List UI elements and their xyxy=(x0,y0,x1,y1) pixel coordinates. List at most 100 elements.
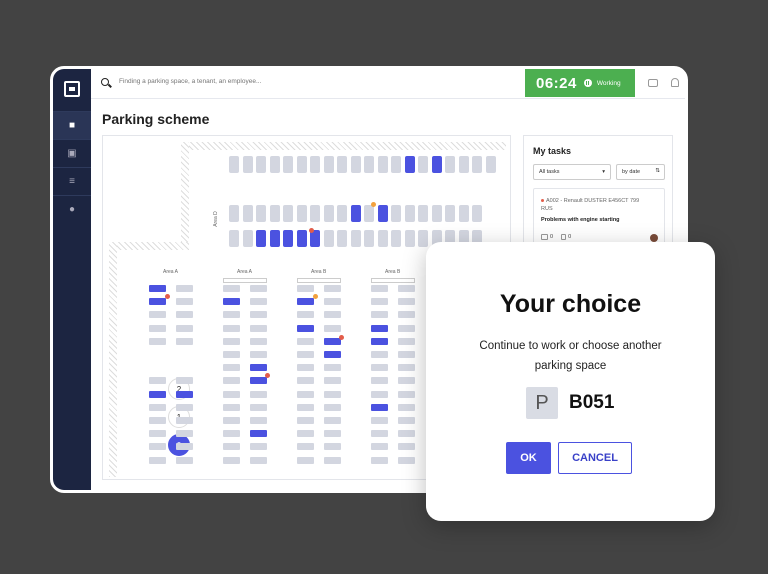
parking-spot[interactable] xyxy=(310,156,320,173)
parking-spot[interactable] xyxy=(404,156,415,173)
parking-spot[interactable] xyxy=(324,324,341,332)
parking-spot[interactable] xyxy=(377,230,388,247)
parking-spot[interactable] xyxy=(176,285,193,292)
parking-spot[interactable] xyxy=(371,403,388,411)
parking-spot[interactable] xyxy=(371,285,388,292)
parking-spot[interactable] xyxy=(324,285,341,292)
parking-spot[interactable] xyxy=(229,156,239,173)
parking-spot[interactable] xyxy=(297,443,314,451)
parking-spot[interactable] xyxy=(324,443,341,451)
parking-spot[interactable] xyxy=(350,205,361,222)
parking-spot[interactable] xyxy=(398,311,415,319)
parking-spot[interactable] xyxy=(250,443,267,451)
search-input[interactable] xyxy=(119,78,419,85)
parking-spot[interactable] xyxy=(250,337,267,345)
parking-spot[interactable] xyxy=(337,230,347,247)
parking-spot[interactable] xyxy=(371,351,388,358)
search-icon[interactable] xyxy=(101,78,109,86)
work-timer[interactable]: 06:24 Working xyxy=(525,69,635,97)
parking-spot[interactable] xyxy=(176,456,193,464)
user-icon[interactable]: ● xyxy=(53,195,91,223)
parking-spot[interactable] xyxy=(371,456,388,464)
parking-spot[interactable] xyxy=(229,230,239,247)
ok-button[interactable]: OK xyxy=(506,442,551,474)
parking-spot[interactable] xyxy=(398,298,415,306)
parking-spot[interactable] xyxy=(283,230,293,247)
parking-spot[interactable] xyxy=(283,156,293,173)
parking-spot[interactable] xyxy=(297,285,314,292)
parking-spot[interactable] xyxy=(149,285,166,292)
parking-spot[interactable] xyxy=(398,390,415,398)
parking-spot[interactable] xyxy=(149,337,166,345)
parking-spot[interactable] xyxy=(242,205,253,222)
car-icon[interactable]: ■ xyxy=(53,111,91,139)
parking-spot[interactable] xyxy=(297,390,314,398)
parking-spot[interactable] xyxy=(149,311,166,319)
parking-spot[interactable] xyxy=(324,456,341,464)
parking-spot[interactable] xyxy=(472,205,482,222)
parking-spot[interactable] xyxy=(398,430,415,438)
parking-spot[interactable] xyxy=(377,205,388,222)
parking-spot[interactable] xyxy=(371,430,388,438)
parking-spot[interactable] xyxy=(364,230,374,247)
parking-spot[interactable] xyxy=(371,443,388,451)
parking-spot[interactable] xyxy=(371,324,388,332)
parking-spot[interactable] xyxy=(431,156,442,173)
parking-spot[interactable] xyxy=(297,403,314,411)
parking-spot[interactable] xyxy=(250,456,267,464)
parking-spot[interactable] xyxy=(250,311,267,319)
parking-spot[interactable] xyxy=(324,298,341,306)
parking-spot[interactable] xyxy=(404,205,415,222)
parking-spot[interactable] xyxy=(176,417,193,424)
parking-spot[interactable] xyxy=(323,156,334,173)
parking-spot[interactable] xyxy=(297,337,314,345)
parking-spot[interactable] xyxy=(149,390,166,398)
parking-spot[interactable] xyxy=(350,230,361,247)
parking-spot[interactable] xyxy=(223,377,240,385)
parking-spot[interactable] xyxy=(371,337,388,345)
parking-spot[interactable] xyxy=(296,156,307,173)
parking-spot[interactable] xyxy=(242,230,253,247)
parking-spot[interactable] xyxy=(398,337,415,345)
parking-spot[interactable] xyxy=(398,443,415,451)
parking-spot[interactable] xyxy=(250,403,267,411)
parking-spot[interactable] xyxy=(371,298,388,306)
parking-spot[interactable] xyxy=(223,417,240,424)
parking-spot[interactable] xyxy=(324,430,341,438)
parking-spot[interactable] xyxy=(324,311,341,319)
parking-spot[interactable] xyxy=(324,351,341,358)
parking-spot[interactable] xyxy=(250,324,267,332)
parking-spot[interactable] xyxy=(149,456,166,464)
parking-spot[interactable] xyxy=(176,390,193,398)
parking-spot[interactable] xyxy=(323,205,334,222)
parking-spot[interactable] xyxy=(149,403,166,411)
parking-spot[interactable] xyxy=(296,205,307,222)
parking-spot[interactable] xyxy=(297,324,314,332)
parking-spot[interactable] xyxy=(458,205,469,222)
parking-spot[interactable] xyxy=(250,417,267,424)
parking-spot[interactable] xyxy=(364,205,374,222)
parking-spot[interactable] xyxy=(223,456,240,464)
parking-spot[interactable] xyxy=(398,351,415,358)
parking-spot[interactable] xyxy=(445,156,455,173)
parking-spot[interactable] xyxy=(371,377,388,385)
parking-spot[interactable] xyxy=(176,324,193,332)
bell-icon[interactable] xyxy=(671,78,679,87)
id-card-icon[interactable]: ▣ xyxy=(53,139,91,167)
parking-spot[interactable] xyxy=(269,205,280,222)
parking-spot[interactable] xyxy=(324,364,341,372)
parking-spot[interactable] xyxy=(398,417,415,424)
parking-spot[interactable] xyxy=(176,311,193,319)
parking-spot[interactable] xyxy=(149,377,166,385)
parking-spot[interactable] xyxy=(371,311,388,319)
cancel-button[interactable]: CANCEL xyxy=(558,442,632,474)
parking-spot[interactable] xyxy=(398,456,415,464)
parking-spot[interactable] xyxy=(324,403,341,411)
parking-spot[interactable] xyxy=(250,298,267,306)
parking-spot[interactable] xyxy=(223,430,240,438)
parking-spot[interactable] xyxy=(256,205,266,222)
home-logo-icon[interactable] xyxy=(64,81,80,97)
parking-spot[interactable] xyxy=(398,403,415,411)
parking-spot[interactable] xyxy=(176,443,193,451)
parking-spot[interactable] xyxy=(391,230,401,247)
